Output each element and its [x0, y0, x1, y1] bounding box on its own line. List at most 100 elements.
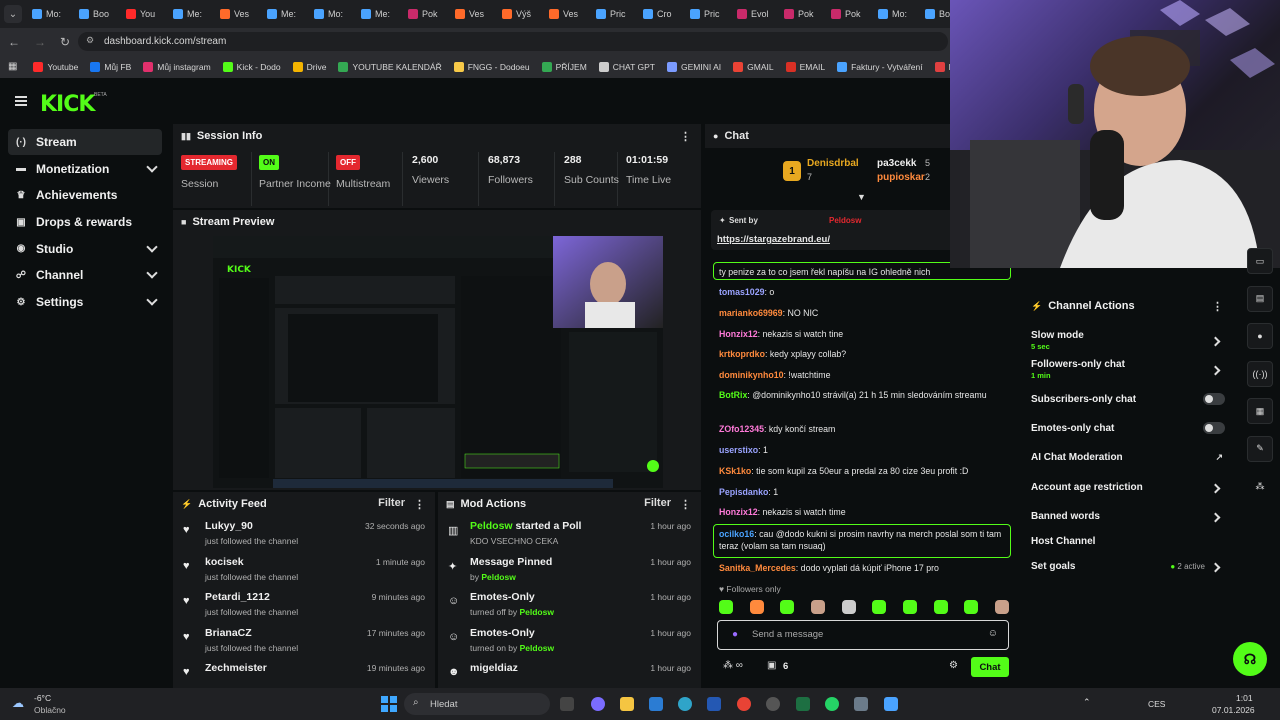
browser-tab[interactable]: You — [122, 3, 168, 25]
forward-icon[interactable]: → — [34, 35, 46, 49]
status-badge[interactable]: OFF — [336, 155, 360, 170]
chat-message[interactable]: userstixo: 1 — [719, 444, 1009, 456]
activity-filter-button[interactable]: Filter — [378, 497, 405, 509]
browser-tab[interactable]: Ves — [545, 3, 591, 25]
clock-time[interactable]: 1:01 — [1236, 693, 1253, 703]
chat-message[interactable]: krtkoprdko: kedy xplayy collab? — [719, 348, 1009, 360]
panel-icon[interactable]: ▭ — [1247, 248, 1273, 274]
chat-message[interactable]: Pepisdanko: 1 — [719, 486, 1009, 498]
activity-item[interactable]: ♥ Petardi_1212 just followed the channel 9 … — [173, 587, 435, 623]
mod-action-item[interactable]: ✦ Message Pinned by Peldosw 1 hour ago — [438, 552, 701, 588]
chat-username[interactable]: BotRix — [719, 390, 747, 400]
chevron-right-icon[interactable] — [1210, 483, 1221, 494]
emote-icon[interactable] — [810, 600, 825, 614]
layout-icon[interactable]: ▦ — [1247, 398, 1273, 424]
browser-tab[interactable]: Mo: — [28, 3, 74, 25]
browser-tab[interactable]: Pok — [827, 3, 873, 25]
chat-bubble-icon[interactable]: ● — [1247, 323, 1273, 349]
leaderboard-name[interactable]: pupioskar — [877, 172, 925, 183]
bookmark-item[interactable]: Youtube — [33, 61, 78, 72]
chat-username[interactable]: ocilko16 — [719, 529, 754, 539]
outlook-icon[interactable] — [649, 697, 663, 711]
weather-icon[interactable]: ☁ — [12, 696, 24, 710]
chat-username[interactable]: KSk1ko — [719, 466, 751, 476]
chat-message[interactable]: dominikynho10: !watchtime — [719, 369, 1009, 381]
folder-icon[interactable] — [620, 697, 634, 711]
kebab-menu-icon[interactable]: ⋮ — [1212, 300, 1223, 313]
pinned-link[interactable]: https://stargazebrand.eu/ — [717, 234, 830, 245]
browser-tab[interactable]: Mo: — [310, 3, 356, 25]
leaderboard-name[interactable]: pa3cekk — [877, 158, 916, 169]
taskbar-search[interactable]: ⌕ Hledat — [404, 693, 550, 715]
chat-username[interactable]: Honzix12 — [719, 329, 758, 339]
notepad-icon[interactable] — [884, 697, 898, 711]
kick-logo[interactable]: KICK — [40, 92, 95, 117]
calculator-icon[interactable] — [854, 697, 868, 711]
pinned-user[interactable]: Peldosw — [829, 216, 861, 225]
status-badge[interactable]: ON — [259, 155, 279, 170]
chat-username[interactable]: ZOfo12345 — [719, 424, 764, 434]
bookmark-item[interactable]: Můj instagram — [143, 61, 211, 72]
kebab-menu-icon[interactable]: ⋮ — [680, 498, 691, 511]
emote-icon[interactable] — [749, 600, 764, 614]
wrench-icon[interactable]: ✎ — [1247, 435, 1273, 462]
bookmark-item[interactable]: Kick - Dodo — [222, 61, 281, 72]
emote-icon[interactable] — [780, 600, 795, 614]
sidebar-item-channel[interactable]: ☍ Channel — [8, 262, 162, 288]
sidebar-item-monetization[interactable]: ▬ Monetization — [8, 156, 162, 182]
chat-username[interactable]: Pepisdanko — [719, 487, 768, 497]
bookmark-item[interactable]: GMAIL — [733, 61, 774, 72]
sidebar-item-stream[interactable]: (·) Stream — [8, 129, 162, 155]
copilot-icon[interactable] — [591, 697, 605, 711]
browser-tab[interactable]: Me: — [357, 3, 403, 25]
bookmark-item[interactable]: PŘÍJEM — [541, 61, 587, 72]
chat-username[interactable]: Sanitka_Mercedes — [719, 563, 796, 573]
emote-icon[interactable] — [872, 600, 887, 614]
bookmark-item[interactable]: FNGG - Dodoeu — [453, 61, 530, 72]
chat-input-box[interactable]: ● Send a message ☺ — [717, 620, 1009, 650]
url-field[interactable]: ⚙ dashboard.kick.com/stream — [78, 32, 948, 51]
external-link-icon[interactable]: ↗ — [1215, 452, 1223, 463]
activity-item[interactable]: ♥ Lukyy_90 just followed the channel 32 sec… — [173, 516, 435, 552]
chat-message[interactable]: tomas1029: o — [719, 286, 1009, 298]
reload-icon[interactable]: ↻ — [60, 35, 70, 49]
mod-action-item[interactable]: ☺ Emotes-Only turned off by Peldosw 1 hour … — [438, 587, 701, 623]
site-info-icon[interactable]: ⚙ — [86, 35, 94, 46]
browser-tab[interactable]: Cro — [639, 3, 685, 25]
microphone-icon[interactable]: ● — [732, 629, 738, 640]
sidebar-item-settings[interactable]: ⚙ Settings — [8, 289, 162, 315]
mod-action-sub-user[interactable]: Peldosw — [519, 607, 553, 617]
chat-message[interactable]: Honzix12: nekazis si watch tine — [719, 328, 1009, 340]
browser-tab[interactable]: Mo: — [874, 3, 920, 25]
mod-action-user[interactable]: Peldosw — [470, 520, 513, 532]
chat-message[interactable]: marianko69969: NO NIC — [719, 307, 1009, 319]
chrome-icon[interactable] — [737, 697, 751, 711]
emote-icon[interactable] — [902, 600, 917, 614]
chat-username[interactable]: tomas1029 — [719, 287, 764, 297]
document-icon[interactable]: ▤ — [1247, 285, 1273, 312]
activity-item[interactable]: ♥ BrianaCZ just followed the channel 17 min… — [173, 623, 435, 659]
browser-tab[interactable]: Výš — [498, 3, 544, 25]
back-icon[interactable]: ← — [8, 35, 20, 49]
chat-username[interactable]: dominikynho10 — [719, 370, 784, 380]
users-icon[interactable]: ⁂ — [1247, 473, 1273, 499]
kebab-menu-icon[interactable]: ⋮ — [414, 498, 425, 511]
language-indicator[interactable]: CES — [1148, 699, 1165, 709]
tab-search-button[interactable]: ⌄ — [4, 5, 22, 23]
mod-filter-button[interactable]: Filter — [644, 497, 671, 509]
browser-tab[interactable]: Me: — [263, 3, 309, 25]
chevron-down-icon[interactable] — [146, 294, 158, 306]
bookmark-item[interactable]: Faktury - Vytváření — [837, 61, 923, 72]
mod-action-item[interactable]: ▥ Peldosw started a Poll KDO VSECHNO CEKA 1… — [438, 516, 701, 552]
channel-action-slow-mode[interactable]: Slow mode 5 sec — [1031, 330, 1227, 351]
collapse-icon[interactable]: ▼ — [857, 192, 866, 202]
support-button[interactable]: ☊ — [1233, 642, 1267, 676]
task-view-icon[interactable] — [560, 697, 574, 711]
channel-action-host-channel[interactable]: Host Channel — [1031, 536, 1227, 547]
bookmark-item[interactable]: EMAIL — [785, 61, 825, 72]
emote-icon[interactable] — [994, 600, 1009, 614]
emoji-icon[interactable]: ☺ — [988, 628, 998, 639]
points-icon[interactable]: ⁂ ∞ — [723, 660, 743, 671]
gift-icon[interactable]: ▣ — [767, 660, 776, 671]
toggle-switch[interactable] — [1203, 393, 1225, 405]
